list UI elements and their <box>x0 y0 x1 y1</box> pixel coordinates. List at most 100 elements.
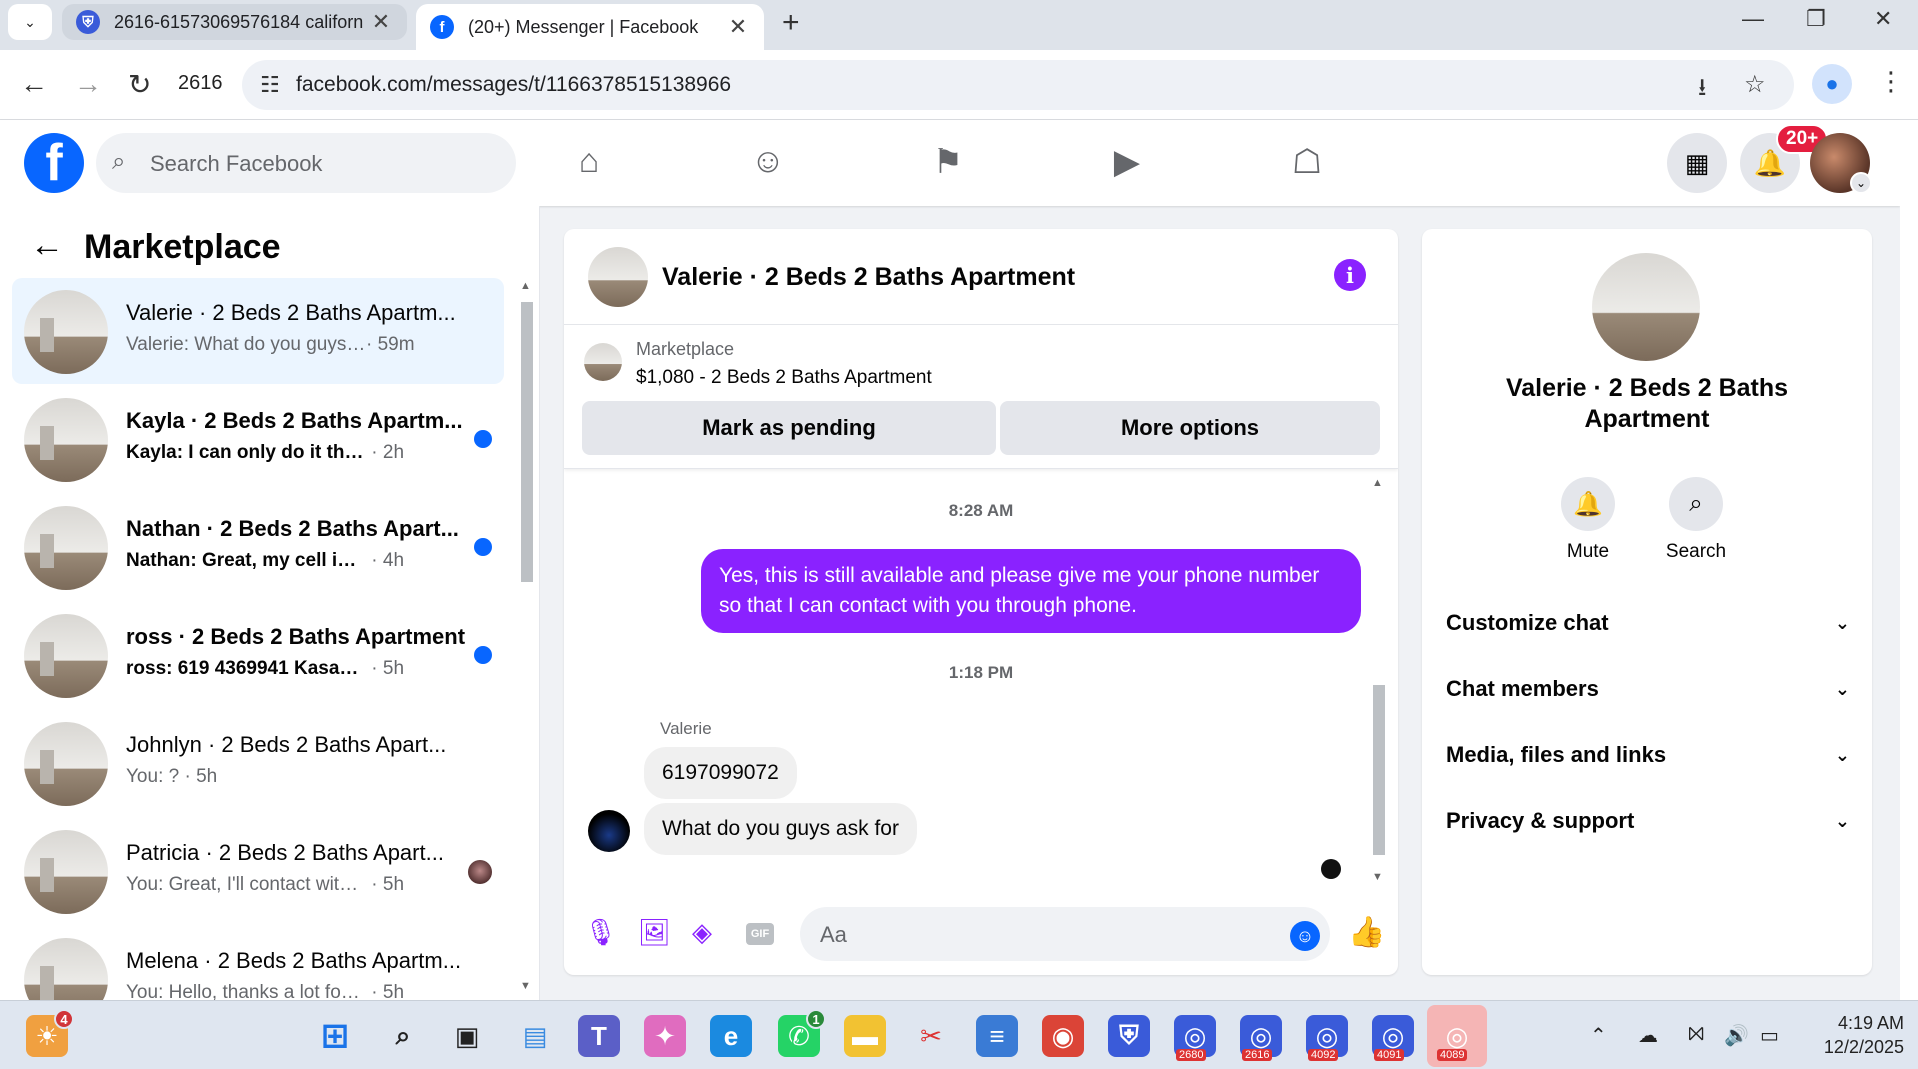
sticker-icon[interactable]: ◈ <box>692 917 712 948</box>
message-input[interactable]: Aa <box>800 907 1330 961</box>
mark-as-pending-button[interactable]: Mark as pending <box>582 401 996 455</box>
whatsapp-icon[interactable]: ✆ 1 <box>778 1009 826 1057</box>
start-windows-icon[interactable]: ⊞ <box>314 1015 356 1057</box>
tray-chevron-up-icon[interactable]: ⌃ <box>1590 1023 1607 1048</box>
chat-item[interactable]: Valerie · 2 Beds 2 Baths Apartm... Valer… <box>12 278 504 384</box>
incoming-message[interactable]: What do you guys ask for <box>644 803 917 855</box>
weather-icon[interactable]: ☀ 4 <box>26 1009 74 1057</box>
browser-profile-icon-active[interactable]: ◎ 4089 <box>1427 1005 1487 1067</box>
snipping-tool-icon[interactable]: ✂ <box>910 1015 952 1057</box>
account-avatar-icon[interactable]: ● <box>1812 64 1852 104</box>
tab-title: 2616-61573069576184 californ <box>114 11 364 32</box>
edge-icon[interactable]: e <box>710 1015 752 1057</box>
customize-chat-section[interactable]: Customize chat ⌄ <box>1446 598 1850 648</box>
window-close-icon[interactable]: ✕ <box>1874 6 1892 32</box>
battery-icon[interactable]: ▭ <box>1760 1023 1779 1048</box>
browser-tab-active[interactable]: f (20+) Messenger | Facebook ✕ <box>416 4 764 50</box>
back-arrow-icon[interactable]: ← <box>20 68 48 100</box>
browser-menu-icon[interactable]: ⋮ <box>1878 66 1904 97</box>
browser-profile-icon[interactable]: ◎ 2680 <box>1174 1015 1216 1061</box>
video-icon[interactable]: ▶ <box>1097 142 1157 182</box>
back-arrow-icon[interactable]: ← <box>30 226 64 265</box>
chat-members-section[interactable]: Chat members ⌄ <box>1446 664 1850 714</box>
chat-list-scrollbar[interactable]: ▲ ▼ <box>518 280 536 996</box>
forward-arrow-icon[interactable]: → <box>74 68 102 100</box>
notepad-icon[interactable]: ≡ <box>976 1015 1018 1057</box>
omnibox[interactable]: ☷ facebook.com/messages/t/11663785151389… <box>242 60 1794 110</box>
conversation-scrollbar[interactable]: ▲ ▼ <box>1370 477 1388 887</box>
chat-item[interactable]: ross · 2 Beds 2 Baths Apartment ross: 61… <box>12 602 504 708</box>
scroll-up-icon[interactable]: ▲ <box>520 280 531 292</box>
privacy-support-section[interactable]: Privacy & support ⌄ <box>1446 796 1850 846</box>
scroll-down-icon[interactable]: ▼ <box>520 980 531 992</box>
widgets-icon[interactable]: ▤ <box>514 1015 556 1057</box>
restore-icon[interactable]: ❐ <box>1806 6 1826 32</box>
cloud-sync-icon[interactable]: ☁ <box>1638 1023 1658 1048</box>
url-text[interactable]: facebook.com/messages/t/1166378515138966 <box>296 73 731 97</box>
minimize-icon[interactable]: — <box>1742 6 1764 32</box>
search-input[interactable]: ⌕ Search Facebook <box>96 133 516 193</box>
listing-thumbnail[interactable] <box>584 343 622 381</box>
whatsapp-badge: 1 <box>806 1009 826 1029</box>
scroll-thumb[interactable] <box>1373 685 1385 855</box>
media-files-links-section[interactable]: Media, files and links ⌄ <box>1446 730 1850 780</box>
copilot-icon[interactable]: ✦ <box>644 1015 686 1057</box>
marketplace-icon[interactable]: ☖ <box>1277 142 1337 182</box>
teams-icon[interactable]: T <box>578 1015 620 1057</box>
site-settings-icon[interactable]: ☷ <box>260 72 280 98</box>
browser-profile-icon[interactable]: ◎ 4091 <box>1372 1015 1414 1061</box>
install-app-icon[interactable]: ⭳ <box>1698 70 1706 111</box>
incoming-message[interactable]: 6197099072 <box>644 747 797 799</box>
search-button[interactable]: ⌕ Search <box>1646 477 1746 563</box>
chat-item[interactable]: Patricia · 2 Beds 2 Baths Apart... You: … <box>12 818 504 924</box>
sender-avatar[interactable] <box>588 810 630 852</box>
file-explorer-icon[interactable]: ▬ <box>844 1015 886 1057</box>
chat-item[interactable]: Nathan · 2 Beds 2 Baths Apart... Nathan:… <box>12 494 504 600</box>
scroll-up-icon[interactable]: ▲ <box>1372 477 1383 489</box>
mute-button[interactable]: 🔔 Mute <box>1538 477 1638 563</box>
home-icon[interactable]: ⌂ <box>559 142 619 181</box>
facebook-logo-icon[interactable]: f <box>24 133 84 193</box>
listing-price-title[interactable]: $1,080 - 2 Beds 2 Baths Apartment <box>636 367 932 389</box>
browser-profile-icon[interactable]: ◎ 4092 <box>1306 1015 1348 1061</box>
taskbar: ☀ 4 ⊞ ⌕ ▣ ▤ T ✦ e ✆ 1 ▬ ✂ ≡ ◉ ⛨ ◎ 2680 ◎ 261… <box>0 1000 1918 1069</box>
chat-preview: Valerie: What do you guys ask for· 59m <box>126 334 415 355</box>
chat-item[interactable]: Johnlyn · 2 Beds 2 Baths Apart... You: ?… <box>12 710 504 816</box>
more-options-button[interactable]: More options <box>1000 401 1380 455</box>
conversation-title[interactable]: Valerie · 2 Beds 2 Baths Apartment <box>662 263 1075 292</box>
scroll-thumb[interactable] <box>521 302 533 582</box>
system-clock[interactable]: 4:19 AM 12/2/2025 <box>1794 1011 1904 1059</box>
microphone-icon[interactable]: 🎙 <box>584 917 617 948</box>
emoji-icon[interactable]: ☺ <box>1290 921 1320 951</box>
friends-icon[interactable]: ☺ <box>738 142 798 181</box>
close-icon[interactable]: ✕ <box>369 9 393 35</box>
outgoing-message[interactable]: Yes, this is still available and please … <box>701 549 1361 633</box>
search-icon[interactable]: ⌕ <box>382 1015 424 1057</box>
like-thumb-icon[interactable]: 👍 <box>1348 915 1385 950</box>
chevron-down-icon[interactable]: ⌄ <box>1850 172 1872 194</box>
scroll-down-icon[interactable]: ▼ <box>1372 871 1383 883</box>
bookmark-star-icon[interactable]: ☆ <box>1744 70 1766 99</box>
profile-label[interactable]: 2616 <box>178 72 223 95</box>
menu-grid-icon[interactable]: ▦ <box>1667 133 1727 193</box>
avatar[interactable] <box>1592 253 1700 361</box>
gif-icon[interactable]: GIF <box>746 923 774 945</box>
pages-flag-icon[interactable]: ⚑ <box>918 142 978 182</box>
tab-search-button[interactable]: ⌄ <box>8 4 52 40</box>
chat-item[interactable]: Kayla · 2 Beds 2 Baths Apartm... Kayla: … <box>12 386 504 492</box>
volume-icon[interactable]: 🔊 <box>1724 1023 1749 1048</box>
new-tab-button[interactable]: + <box>782 6 800 40</box>
avatar[interactable] <box>588 247 648 307</box>
shield-browser-icon[interactable]: ⛨ <box>1108 1015 1150 1057</box>
info-icon[interactable]: i <box>1334 259 1366 291</box>
browser-profile-icon[interactable]: ◎ 2616 <box>1240 1015 1282 1061</box>
task-view-icon[interactable]: ▣ <box>446 1015 488 1057</box>
wifi-icon[interactable]: ⨝ <box>1688 1023 1704 1046</box>
page-scrollbar[interactable] <box>1900 120 1918 1000</box>
reload-icon[interactable]: ↻ <box>128 68 151 101</box>
chat-item[interactable]: Melena · 2 Beds 2 Baths Apartm... You: H… <box>12 926 504 1000</box>
chrome-icon[interactable]: ◉ <box>1042 1015 1084 1057</box>
close-icon[interactable]: ✕ <box>726 14 750 40</box>
photo-icon[interactable]: 🖼 <box>638 917 671 948</box>
browser-tab[interactable]: ⛨ 2616-61573069576184 californ ✕ <box>62 4 407 40</box>
